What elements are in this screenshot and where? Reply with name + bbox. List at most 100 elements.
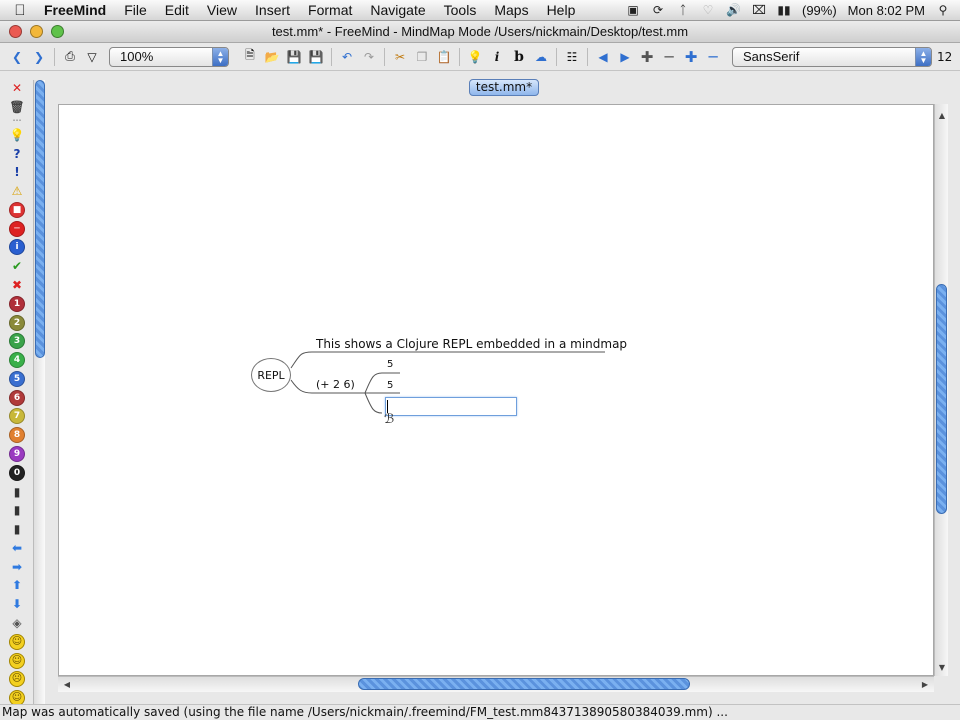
menu-maps[interactable]: Maps <box>485 2 537 18</box>
priority-8-icon[interactable]: 8 <box>9 427 25 444</box>
remove-icon[interactable]: ─ <box>704 48 722 66</box>
bold-icon[interactable]: b <box>510 48 528 66</box>
tab-test-mm[interactable]: test.mm* <box>469 79 539 96</box>
navigate-right-icon[interactable]: ▶ <box>616 48 634 66</box>
filter-icon[interactable]: ▽ <box>83 48 101 66</box>
priority-2-icon[interactable]: 2 <box>9 314 25 331</box>
save-as-icon[interactable]: 💾 <box>307 48 325 66</box>
cut-icon[interactable]: ✂ <box>391 48 409 66</box>
volume-icon[interactable]: 🔊 <box>726 3 741 17</box>
result-node-top[interactable]: 5 <box>387 359 393 370</box>
canvas-vertical-scrollbar[interactable]: ▲ ▼ <box>934 104 948 676</box>
redo-icon[interactable]: ↷ <box>360 48 378 66</box>
scroll-left-icon[interactable]: ◀ <box>60 677 74 691</box>
spotlight-icon[interactable]: ⚲ <box>936 3 950 17</box>
check-icon[interactable]: ✔ <box>9 258 25 274</box>
expression-node[interactable]: (+ 2 6) <box>316 378 355 391</box>
arrow-left-icon[interactable]: ⬅ <box>9 540 25 556</box>
collapse-icon[interactable]: ─ <box>660 48 678 66</box>
icon-toolbar-scrollbar[interactable] <box>33 80 45 705</box>
print-icon[interactable]: ⎙ <box>61 48 79 66</box>
tag-icon[interactable]: ◈ <box>9 615 25 631</box>
clock[interactable]: Mon 8:02 PM <box>848 3 925 18</box>
screen-icon[interactable]: ▣ <box>626 3 640 17</box>
question-icon[interactable]: ? <box>9 146 25 162</box>
canvas-horizontal-scrollbar[interactable]: ◀ ▶ <box>58 676 934 692</box>
arrow-right-icon[interactable]: ➡ <box>9 559 25 575</box>
paste-icon[interactable]: 📋 <box>435 48 453 66</box>
arrow-up-icon[interactable]: ⬆ <box>9 577 25 593</box>
smiley-sad-icon[interactable]: ☹ <box>9 671 25 688</box>
menu-tools[interactable]: Tools <box>435 2 486 18</box>
undo-icon[interactable]: ↶ <box>338 48 356 66</box>
mindmap-canvas[interactable] <box>58 104 934 676</box>
zoom-select[interactable]: 100% ▲ ▼ <box>109 46 229 67</box>
priority-9-icon[interactable]: 9 <box>9 446 25 463</box>
traffic-light-green-icon[interactable]: ▮ <box>9 521 25 537</box>
forward-icon[interactable]: ❯ <box>30 48 48 66</box>
smiley-happy-icon[interactable]: ☺ <box>9 633 25 650</box>
minimize-window-icon[interactable] <box>30 25 43 38</box>
menu-insert[interactable]: Insert <box>246 2 299 18</box>
menu-format[interactable]: Format <box>299 2 361 18</box>
result-node-bottom[interactable]: 5 <box>387 380 393 391</box>
priority-0-icon[interactable]: 0 <box>9 464 25 481</box>
scroll-down-icon[interactable]: ▼ <box>935 660 949 674</box>
node-edit-input[interactable] <box>385 397 517 416</box>
italic-icon[interactable]: i <box>488 48 506 66</box>
remove-last-icon[interactable]: ✕ <box>9 80 25 96</box>
hierarchy-icon[interactable]: ☷ <box>563 48 581 66</box>
zoom-window-icon[interactable] <box>51 25 64 38</box>
canvas-vertical-scroll-thumb[interactable] <box>936 284 947 514</box>
no-entry-icon[interactable]: ─ <box>9 220 25 237</box>
smiley-neutral-icon[interactable]: ☺ <box>9 652 25 669</box>
stop-sign-icon[interactable]: ■ <box>9 201 25 218</box>
priority-5-icon[interactable]: 5 <box>9 370 25 387</box>
root-node[interactable]: REPL <box>251 358 291 392</box>
battery-icon[interactable]: ▮▮ <box>777 3 791 17</box>
apple-menu-icon[interactable]:  <box>0 2 40 19</box>
menu-edit[interactable]: Edit <box>156 2 198 18</box>
traffic-light-yellow-icon[interactable]: ▮ <box>9 502 25 518</box>
priority-1-icon[interactable]: 1 <box>9 295 25 312</box>
idea-icon[interactable]: 💡 <box>466 48 484 66</box>
priority-3-icon[interactable]: 3 <box>9 333 25 350</box>
traffic-light-red-icon[interactable]: ▮ <box>9 484 25 500</box>
font-family-select[interactable]: SansSerif ▲ ▼ <box>732 46 932 67</box>
icon-toolbar-scroll-thumb[interactable] <box>35 80 45 358</box>
back-icon[interactable]: ❮ <box>8 48 26 66</box>
wifi-icon[interactable]: ♡ <box>701 3 715 17</box>
add-node-icon[interactable]: ✚ <box>638 48 656 66</box>
keyboard-icon[interactable]: ⌧ <box>752 3 766 17</box>
bluetooth-icon[interactable]: ᛏ <box>676 3 690 17</box>
scroll-right-icon[interactable]: ▶ <box>918 677 932 691</box>
navigate-left-icon[interactable]: ◀ <box>594 48 612 66</box>
menu-navigate[interactable]: Navigate <box>361 2 434 18</box>
exclamation-icon[interactable]: ! <box>9 164 25 180</box>
expand-icon[interactable]: ✚ <box>682 48 700 66</box>
sync-icon[interactable]: ⟳ <box>651 3 665 17</box>
app-menu[interactable]: FreeMind <box>40 2 115 18</box>
close-window-icon[interactable] <box>9 25 22 38</box>
idea-icon[interactable]: 💡 <box>9 127 25 143</box>
save-icon[interactable]: 💾 <box>285 48 303 66</box>
priority-6-icon[interactable]: 6 <box>9 389 25 406</box>
warning-icon[interactable]: ⚠ <box>9 183 25 199</box>
menu-view[interactable]: View <box>198 2 246 18</box>
font-size-value[interactable]: 12 <box>937 50 952 64</box>
menu-help[interactable]: Help <box>538 2 585 18</box>
open-icon[interactable]: 📂 <box>263 48 281 66</box>
description-node[interactable]: This shows a Clojure REPL embedded in a … <box>316 337 627 351</box>
cross-icon[interactable]: ✖ <box>9 277 25 293</box>
toolbar-separator <box>331 47 332 66</box>
priority-7-icon[interactable]: 7 <box>9 408 25 425</box>
scroll-up-icon[interactable]: ▲ <box>935 108 949 122</box>
info-icon[interactable]: i <box>9 239 25 256</box>
cloud-icon[interactable]: ☁ <box>532 48 550 66</box>
new-map-icon[interactable]: 🗎 <box>241 48 259 66</box>
priority-4-icon[interactable]: 4 <box>9 352 25 369</box>
copy-icon[interactable]: ❐ <box>413 48 431 66</box>
arrow-down-icon[interactable]: ⬇ <box>9 596 25 612</box>
canvas-horizontal-scroll-thumb[interactable] <box>358 678 690 690</box>
menu-file[interactable]: File <box>115 2 156 18</box>
